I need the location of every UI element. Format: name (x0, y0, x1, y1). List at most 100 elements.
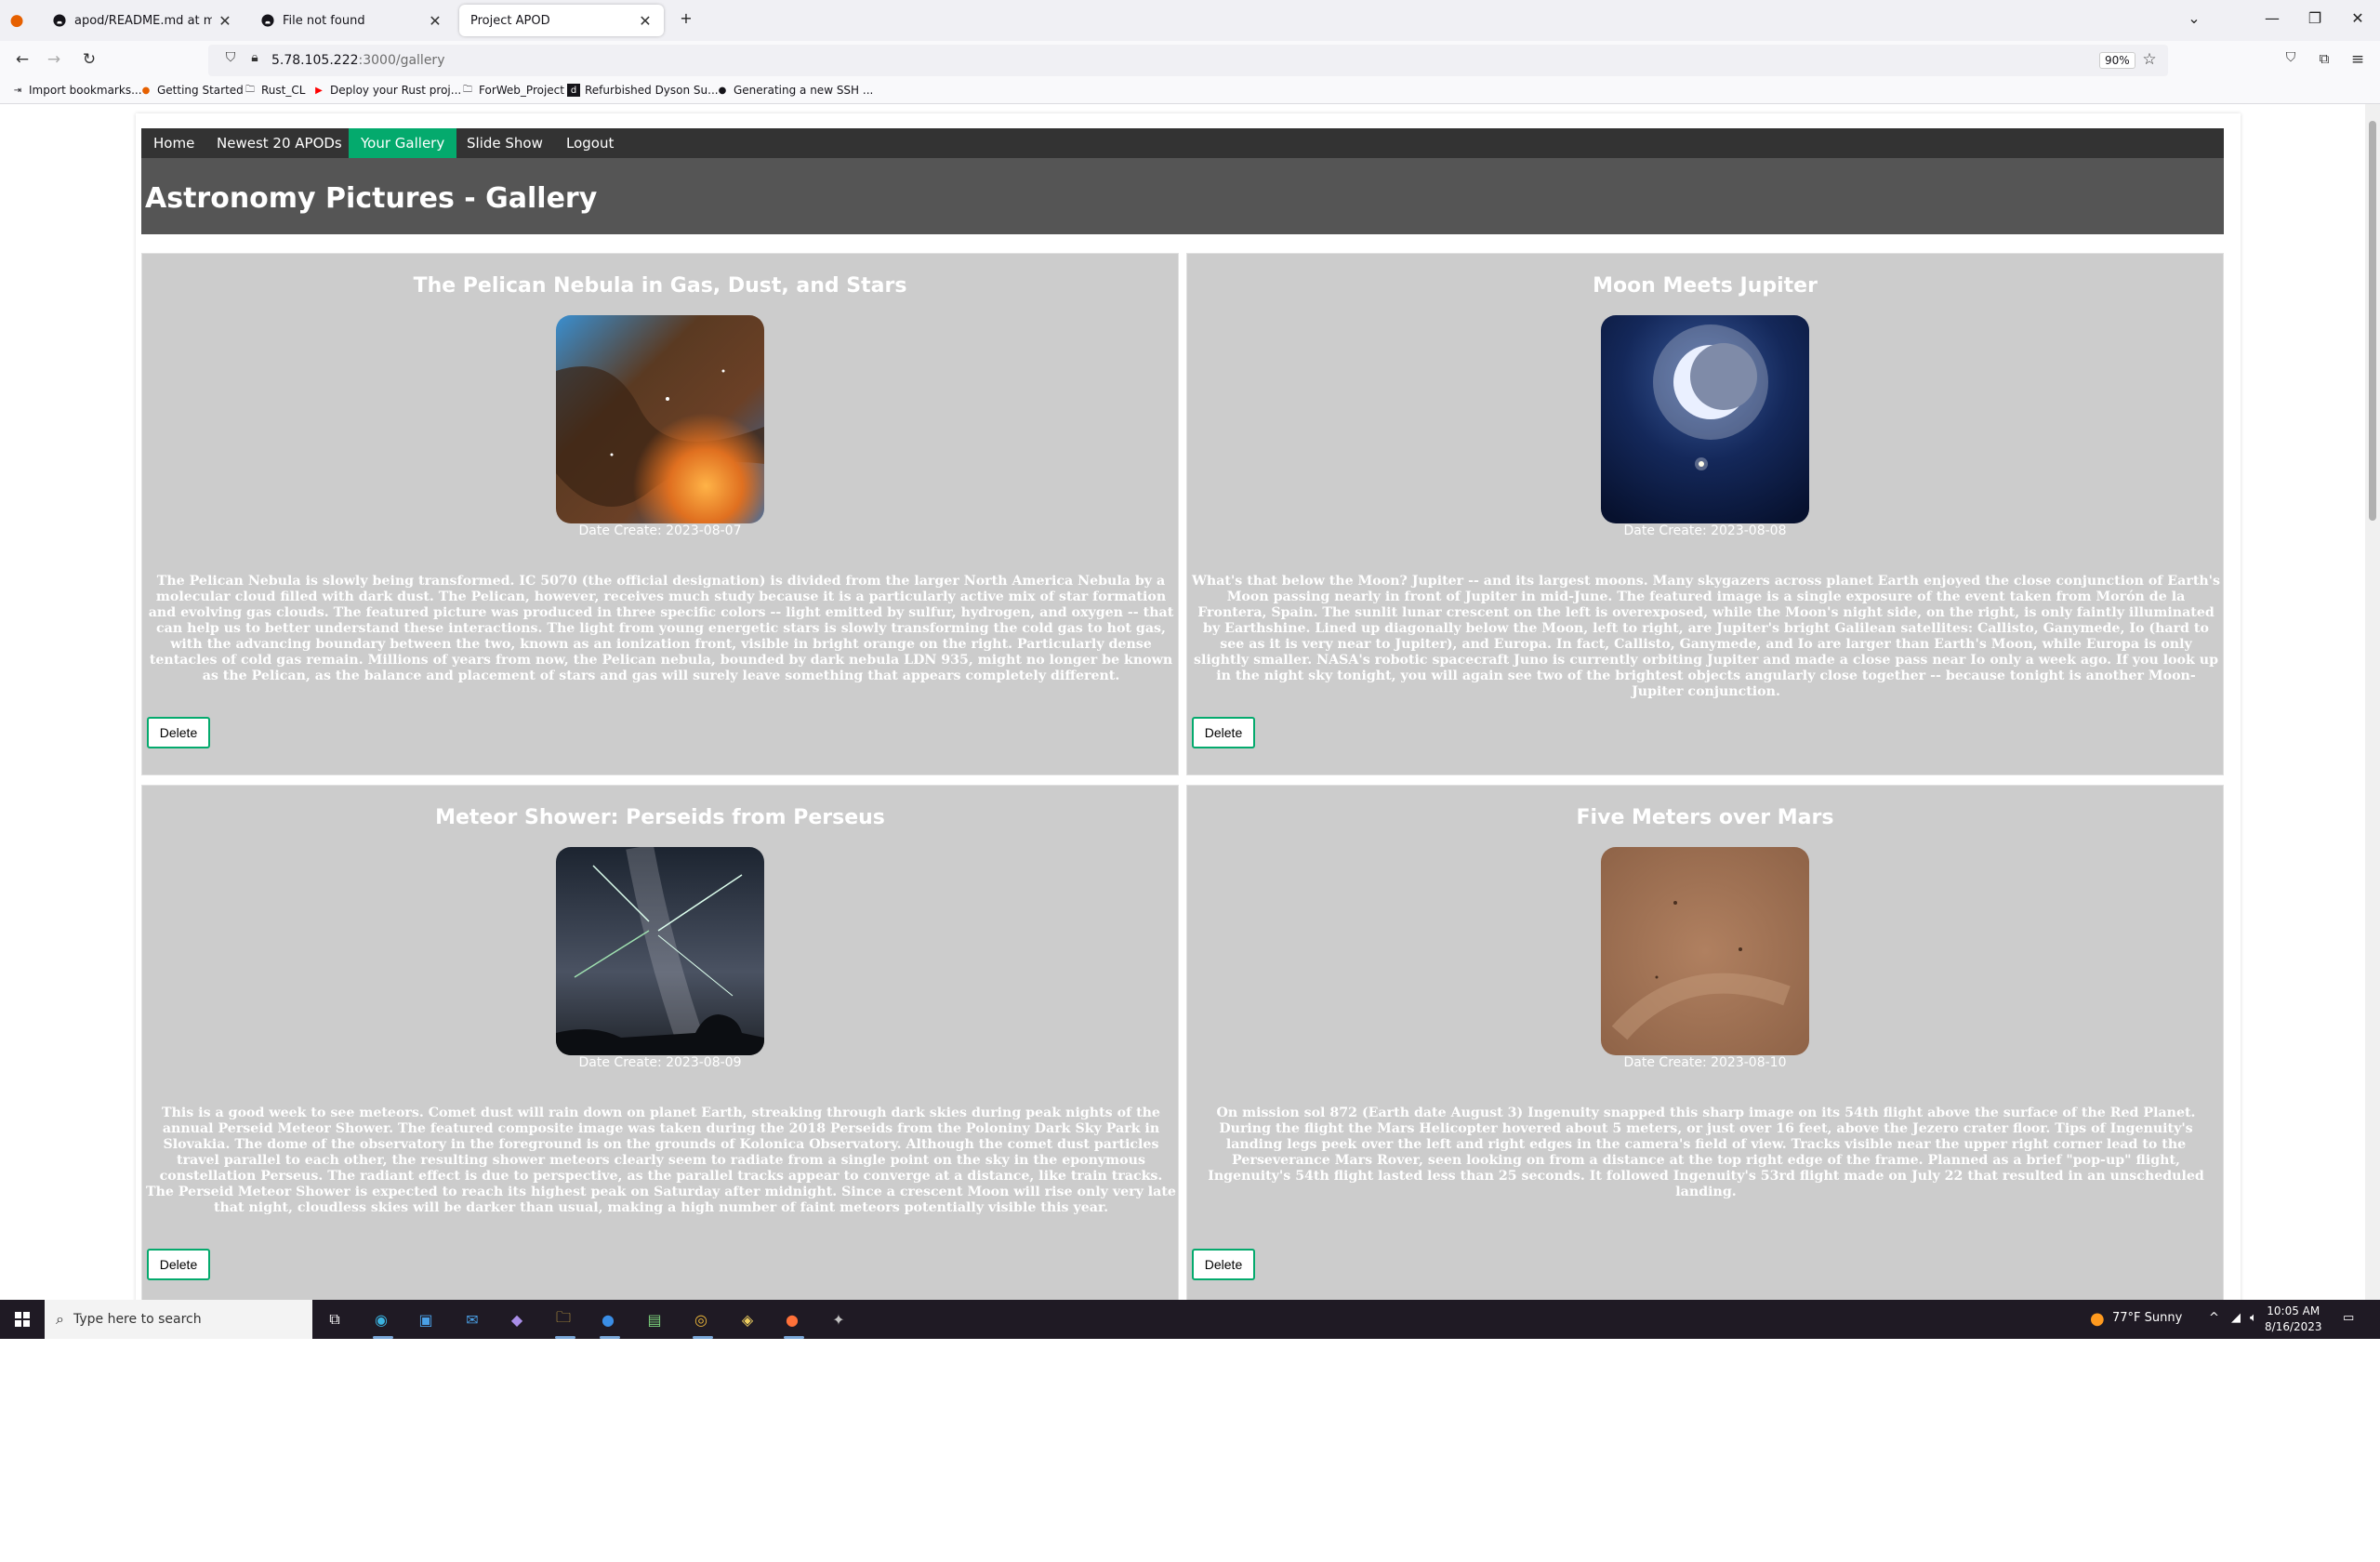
gallery-card: Meteor Shower: Perseids from Perseus Dat… (141, 785, 1179, 1300)
firefox-icon[interactable]: ● (781, 1308, 803, 1330)
card-description: What's that below the Moon? Jupiter -- a… (1191, 574, 2221, 699)
apod-image[interactable] (1601, 847, 1809, 1055)
bookmark-star-icon[interactable]: ☆ (2138, 50, 2161, 69)
folder-icon: 🗀 (245, 84, 255, 95)
bookmark-label: Deploy your Rust proj... (330, 84, 462, 97)
delete-button[interactable]: Delete (1192, 1249, 1255, 1280)
tab-title: apod/README.md at main · Hu (74, 13, 212, 28)
menu-newest-20-apods[interactable]: Newest 20 APODs (205, 128, 354, 158)
hamburger-menu-icon[interactable]: ≡ (2347, 50, 2369, 69)
card-date: Date Create: 2023-08-10 (1623, 1055, 1787, 1070)
close-window-icon[interactable]: ✕ (2347, 9, 2369, 27)
task-view-icon[interactable]: ⧉ (324, 1308, 346, 1330)
weather-icon[interactable]: ● (2090, 1309, 2105, 1329)
network-icon[interactable]: ◢ (2231, 1311, 2241, 1325)
bookmark-refurbished-dyson[interactable]: d Refurbished Dyson Su... (567, 84, 719, 97)
gallery-card: Five Meters over Mars Date Create: 2023-… (1186, 785, 2224, 1300)
page-title: Astronomy Pictures - Gallery (145, 182, 598, 215)
clock-date: 8/16/2023 (2265, 1320, 2322, 1333)
volume-icon[interactable]: 🔈︎ (2250, 1311, 2257, 1325)
menu-slide-show[interactable]: Slide Show (455, 128, 555, 158)
apod-image[interactable] (556, 847, 764, 1055)
chrome-icon[interactable]: ◎ (690, 1308, 712, 1330)
windows-taskbar: ⌕ Type here to search ⧉ ◉ ▣ ✉ ◆ 🗀 ● ▤ ◎ … (0, 1300, 2380, 1339)
visual-studio-icon[interactable]: ◆ (506, 1308, 528, 1330)
github-icon (260, 13, 275, 28)
firefox-icon: ● (141, 85, 151, 96)
youtube-icon: ▶ (315, 85, 323, 96)
taskbar-clock[interactable]: 10:05 AM 8/16/2023 (2265, 1304, 2322, 1335)
delete-button[interactable]: Delete (147, 1249, 210, 1280)
blank-area (0, 1339, 2380, 1562)
bookmark-label: ForWeb_Project (479, 84, 564, 97)
delete-button[interactable]: Delete (147, 717, 210, 748)
back-icon[interactable]: ← (11, 50, 33, 69)
windows-start-icon[interactable] (11, 1308, 33, 1330)
apod-image[interactable] (1601, 315, 1809, 523)
close-tab-icon[interactable]: ✕ (218, 12, 232, 30)
card-date: Date Create: 2023-08-07 (578, 523, 742, 538)
lock-icon[interactable]: 🔒︎ (244, 50, 266, 65)
folder-icon: 🗀 (463, 84, 472, 95)
bookmark-deploy-rust[interactable]: ▶ Deploy your Rust proj... (312, 84, 461, 97)
pelican-nebula-image (556, 315, 764, 523)
minimize-icon[interactable]: — (2261, 9, 2283, 27)
close-tab-icon[interactable]: ✕ (428, 12, 443, 30)
tab-title: Project APOD (470, 13, 550, 28)
delete-button[interactable]: Delete (1192, 717, 1255, 748)
forward-icon[interactable]: → (43, 50, 65, 69)
page-header: Astronomy Pictures - Gallery (141, 158, 2224, 234)
address-bar[interactable] (208, 45, 2168, 76)
scrollbar-thumb[interactable] (2369, 121, 2376, 521)
app-icon[interactable]: ✦ (827, 1308, 850, 1330)
github-icon (52, 13, 67, 28)
pocket-icon[interactable]: ⛉ (2280, 50, 2302, 65)
notification-icon[interactable]: ▭ (2343, 1311, 2354, 1325)
bookmark-import[interactable]: ⇥ Import bookmarks... (11, 84, 142, 97)
page-scrollbar[interactable] (2365, 104, 2380, 1300)
card-title: Moon Meets Jupiter (1593, 274, 1818, 298)
store-icon[interactable]: ▣ (415, 1308, 437, 1330)
shield-icon[interactable]: ⛉ (219, 50, 242, 65)
list-tabs-icon[interactable]: ⌄ (2183, 9, 2205, 27)
browser-tab-bar: ● apod/README.md at main · Hu ✕ File not… (0, 0, 2380, 41)
bookmark-getting-started[interactable]: ● Getting Started (139, 84, 244, 97)
chevron-up-icon[interactable]: ^ (2209, 1311, 2219, 1325)
moon-jupiter-image (1601, 315, 1809, 523)
notepad-icon[interactable]: ▤ (643, 1308, 666, 1330)
bookmark-rust-cl[interactable]: 🗀 Rust_CL (244, 84, 305, 97)
tab-project-apod[interactable]: Project APOD ✕ (459, 5, 664, 36)
bookmark-label: Import bookmarks... (29, 84, 142, 97)
zoom-indicator[interactable]: 90% (2099, 52, 2135, 69)
restore-icon[interactable]: ❐ (2304, 9, 2326, 27)
clock-time: 10:05 AM (2267, 1304, 2320, 1317)
bookmark-ssh[interactable]: ● Generating a new SSH ... (716, 84, 874, 97)
bookmark-forweb-project[interactable]: 🗀 ForWeb_Project (461, 84, 564, 97)
perseids-image (556, 847, 764, 1055)
url-text[interactable]: 5.78.105.222:3000/gallery (271, 53, 444, 68)
github-icon: ● (718, 85, 727, 96)
page-container: Home Newest 20 APODs Your Gallery Slide … (136, 113, 2241, 1300)
weather-text[interactable]: 77°F Sunny (2112, 1311, 2182, 1325)
tab-readme[interactable]: apod/README.md at main · Hu ✕ (41, 5, 244, 36)
menu-logout[interactable]: Logout (554, 128, 626, 158)
top-menu: Home Newest 20 APODs Your Gallery Slide … (141, 128, 2224, 158)
new-tab-icon[interactable]: + (675, 9, 697, 27)
file-explorer-icon[interactable]: 🗀 (552, 1308, 575, 1330)
thunderbird-icon[interactable]: ● (597, 1308, 619, 1330)
mail-icon[interactable]: ✉ (461, 1308, 483, 1330)
bookmark-label: Generating a new SSH ... (734, 84, 874, 97)
reload-icon[interactable]: ↻ (78, 50, 100, 69)
apod-image[interactable] (556, 315, 764, 523)
close-tab-icon[interactable]: ✕ (638, 12, 653, 30)
git-icon[interactable]: ◈ (736, 1308, 759, 1330)
menu-home[interactable]: Home (141, 128, 206, 158)
edge-icon[interactable]: ◉ (370, 1308, 392, 1330)
bookmarks-bar: ⇥ Import bookmarks... ● Getting Started 🗀 R… (0, 80, 2380, 104)
tab-file-not-found[interactable]: File not found ✕ (249, 5, 454, 36)
extensions-icon[interactable]: ⧉ (2313, 50, 2335, 67)
card-date: Date Create: 2023-08-08 (1623, 523, 1787, 538)
taskbar-search[interactable]: ⌕ Type here to search (45, 1300, 312, 1339)
firefox-menu-icon[interactable]: ● (6, 11, 28, 30)
menu-your-gallery[interactable]: Your Gallery (349, 128, 457, 158)
